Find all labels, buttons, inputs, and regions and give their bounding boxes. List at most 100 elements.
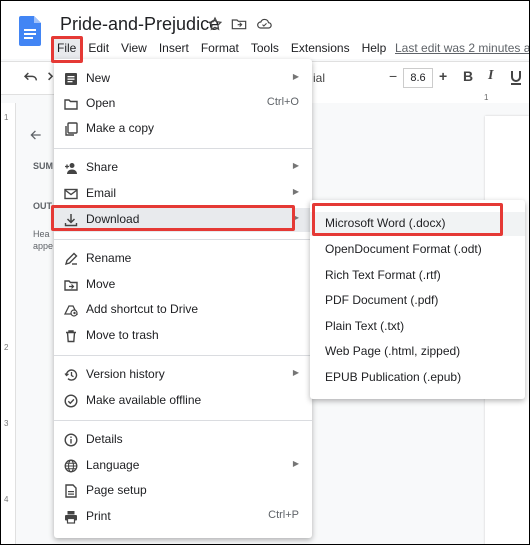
ruler-mark: 4	[4, 495, 9, 504]
last-edit-link[interactable]: Last edit was 2 minutes ago	[395, 41, 529, 55]
submenu-arrow-icon: ▶	[292, 459, 299, 468]
menu-edit[interactable]: Edit	[82, 39, 115, 59]
move-to-folder-icon[interactable]	[231, 16, 249, 34]
menu-view[interactable]: View	[115, 39, 153, 59]
menu-item-label: Add shortcut to Drive	[86, 302, 199, 316]
menu-item-shortcut: Ctrl+O	[266, 96, 299, 108]
outline-heading: OUT	[33, 201, 52, 211]
outline-hint: appe	[33, 241, 54, 251]
menu-item-label: Move	[86, 277, 116, 291]
undo-icon[interactable]	[23, 70, 39, 84]
menu-item-label: Language	[86, 458, 140, 472]
font-size-input[interactable]: 8.6	[403, 68, 433, 88]
increase-font-size-button[interactable]: +	[439, 68, 447, 84]
option-label: EPUB Publication (.epub)	[325, 370, 462, 384]
download-rtf-option[interactable]: Rich Text Format (.rtf)	[310, 264, 525, 288]
menu-divider	[54, 420, 312, 421]
menu-item-open[interactable]: Open Ctrl+O	[54, 92, 312, 116]
menu-bar: File Edit View Insert Format Tools Exten…	[51, 39, 392, 59]
rename-pencil-icon	[64, 252, 78, 266]
download-highlight	[51, 205, 295, 231]
new-doc-icon	[64, 72, 78, 86]
cloud-saved-icon[interactable]	[256, 16, 274, 34]
option-label: Plain Text (.txt)	[325, 319, 405, 333]
outline-hint: Hea	[33, 229, 50, 239]
folder-icon	[64, 97, 78, 111]
menu-item-label: Page setup	[86, 483, 147, 497]
menu-item-shortcut: Ctrl+P	[268, 509, 299, 521]
print-icon	[64, 510, 78, 524]
submenu-arrow-icon: ▶	[292, 161, 299, 170]
menu-item-label: Email	[86, 186, 117, 200]
menu-item-new[interactable]: New ▶	[54, 67, 312, 91]
copy-icon	[64, 122, 78, 136]
menu-item-version-history[interactable]: Version history ▶	[54, 363, 312, 387]
menu-item-language[interactable]: Language ▶	[54, 454, 312, 478]
menu-item-label: Make available offline	[86, 393, 202, 407]
ruler-mark: 1	[4, 113, 9, 122]
back-arrow-icon[interactable]	[29, 128, 43, 142]
menu-item-label: Open	[86, 96, 116, 110]
menu-divider	[54, 148, 312, 149]
submenu-arrow-icon: ▶	[292, 368, 299, 377]
menu-format[interactable]: Format	[195, 39, 245, 59]
menu-item-move[interactable]: Move	[54, 273, 312, 297]
italic-button[interactable]: I	[488, 68, 493, 84]
font-name-dropdown[interactable]: ial	[313, 71, 325, 85]
history-icon	[64, 368, 78, 382]
menu-item-move-to-trash[interactable]: Move to trash	[54, 324, 312, 348]
document-title[interactable]: Pride-and-Prejudice	[60, 14, 219, 35]
page-setup-icon	[64, 484, 78, 498]
drive-shortcut-icon	[64, 303, 78, 317]
menu-divider	[54, 355, 312, 356]
bold-button[interactable]: B	[463, 68, 473, 84]
ruler-mark: 2	[4, 343, 9, 352]
menu-item-label: Share	[86, 160, 119, 174]
app-window: Pride-and-Prejudice File Edit View Inser…	[0, 0, 530, 545]
share-person-icon	[64, 161, 78, 175]
star-icon[interactable]	[207, 16, 225, 34]
offline-check-icon	[64, 394, 78, 408]
info-icon	[64, 433, 78, 447]
globe-icon	[64, 459, 78, 473]
menu-item-print[interactable]: Print Ctrl+P	[54, 505, 312, 529]
download-odt-option[interactable]: OpenDocument Format (.odt)	[310, 238, 525, 262]
menu-item-make-a-copy[interactable]: Make a copy	[54, 117, 312, 141]
download-pdf-option[interactable]: PDF Document (.pdf)	[310, 289, 525, 313]
decrease-font-size-button[interactable]: −	[389, 68, 397, 84]
menu-item-label: Print	[86, 509, 111, 523]
option-label: OpenDocument Format (.odt)	[325, 242, 482, 256]
menu-item-add-shortcut[interactable]: Add shortcut to Drive	[54, 298, 312, 322]
google-docs-logo-icon[interactable]	[19, 16, 41, 46]
vertical-ruler: 1 2 3 4	[1, 103, 16, 544]
underline-icon[interactable]	[509, 70, 523, 86]
option-label: Web Page (.html, zipped)	[325, 344, 461, 358]
menu-insert[interactable]: Insert	[153, 39, 195, 59]
menu-tools[interactable]: Tools	[245, 39, 285, 59]
menu-item-label: Version history	[86, 367, 165, 381]
option-label: PDF Document (.pdf)	[325, 293, 439, 307]
menu-item-rename[interactable]: Rename	[54, 247, 312, 271]
menu-help[interactable]: Help	[356, 39, 393, 59]
menu-item-page-setup[interactable]: Page setup	[54, 479, 312, 503]
summary-heading: SUM	[33, 161, 53, 171]
outline-panel: SUM OUT Hea appe	[16, 103, 56, 544]
menu-item-details[interactable]: Details	[54, 428, 312, 452]
download-txt-option[interactable]: Plain Text (.txt)	[310, 315, 525, 339]
menu-extensions[interactable]: Extensions	[285, 39, 356, 59]
menu-divider	[54, 239, 312, 240]
submenu-arrow-icon: ▶	[292, 187, 299, 196]
ruler-mark: 3	[4, 419, 9, 428]
menu-item-make-available-offline[interactable]: Make available offline	[54, 389, 312, 413]
menu-item-label: Move to trash	[86, 328, 159, 342]
file-menu: New ▶ Open Ctrl+O Make a copy Share ▶ Em…	[54, 59, 312, 538]
menu-item-share[interactable]: Share ▶	[54, 156, 312, 180]
menu-item-label: New	[86, 71, 111, 85]
download-html-option[interactable]: Web Page (.html, zipped)	[310, 340, 525, 364]
horizontal-ruler: 1	[301, 93, 529, 103]
move-folder-icon	[64, 278, 78, 292]
docx-option-highlight	[312, 203, 503, 236]
menu-item-email[interactable]: Email ▶	[54, 182, 312, 206]
ruler-mark: 1	[484, 93, 489, 102]
download-epub-option[interactable]: EPUB Publication (.epub)	[310, 366, 525, 390]
